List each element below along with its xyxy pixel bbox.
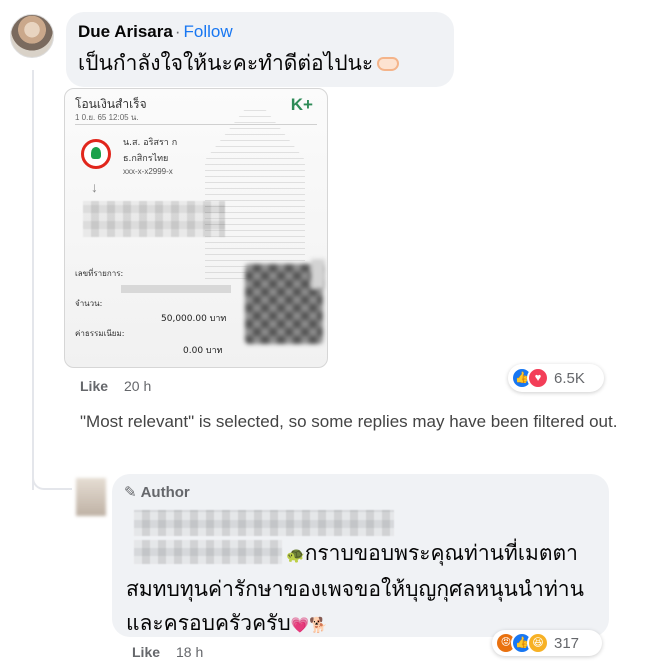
comment-text: เป็นกำลังใจให้นะคะทำดีต่อไปนะ [78,47,442,79]
comment-bubble: Due Arisara · Follow เป็นกำลังใจให้นะคะทำด… [66,12,454,87]
pen-icon: ✎ [124,484,137,501]
heart-hands-icon [377,57,400,71]
fee-label: ค่าธรรมเนียม: [75,329,125,338]
reply-reaction-summary[interactable]: 😡 👍 😆 317 [492,630,602,656]
thread-connector [32,470,72,490]
filter-notice: "Most relevant" is selected, so some rep… [80,412,618,431]
arrow-down-icon: ↓ [91,179,98,195]
follow-button[interactable]: Follow [183,22,232,41]
comment-author[interactable]: Due Arisara [78,22,173,41]
kasikorn-bank-icon [81,139,111,169]
kplus-logo: K+ [290,95,313,114]
reply-text: 🐢กราบขอบพระคุณท่านที่เมตตาสมทบทุนค่ารักษ… [126,541,584,635]
pixelated-reply-name [134,510,394,536]
transfer-receipt-image[interactable]: โอนเงินสำเร็จ 1 0.ย. 65 12:05 น. K+ น.ส.… [64,88,328,368]
avatar[interactable] [10,14,54,58]
thread-line [32,70,34,490]
like-button[interactable]: Like [80,378,108,394]
amount-value: 50,000.00 บาท [161,314,227,324]
reference-value-blurred [121,285,231,293]
reference-label: เลขที่รายการ: [75,269,124,278]
reply-like-button[interactable]: Like [132,644,160,660]
love-reaction-icon: ♥ [527,367,549,389]
heart-icon: 💗 [290,616,310,634]
reply-avatar[interactable] [76,478,106,516]
pixelated-recipient [83,201,225,237]
sender-account: xxx-x-x2999-x [123,167,173,176]
separator-dot: · [174,22,181,41]
sender-bank: ธ.กสิกรไทย [123,154,169,164]
reply-actions: Like 18 h [132,644,203,660]
reply-timestamp[interactable]: 18 h [176,644,203,660]
author-badge: ✎ Author [124,482,597,504]
fee-value: 0.00 บาท [183,346,223,356]
building-watermark [205,109,305,279]
receipt-date: 1 0.ย. 65 12:05 น. [75,113,139,122]
comment-timestamp[interactable]: 20 h [124,378,151,394]
reaction-summary[interactable]: 👍 ♥ 6.5K [508,364,604,392]
reply-bubble: ✎ Author 🐢กราบขอบพระคุณท่านที่เมตตาสมทบทุ… [112,474,609,637]
reply-reaction-count: 317 [554,634,580,652]
sender-name: น.ส. อริสรา ก [123,138,178,148]
amount-label: จำนวน: [75,299,103,308]
dog-icon: 🐕 [309,616,329,634]
reaction-count: 6.5K [554,369,585,387]
haha-reaction-icon: 😆 [527,632,549,654]
receipt-divider [75,124,317,125]
turtle-icon: 🐢 [286,546,305,564]
pixelated-corner [311,259,325,289]
comment-actions: Like 20 h [80,378,151,394]
